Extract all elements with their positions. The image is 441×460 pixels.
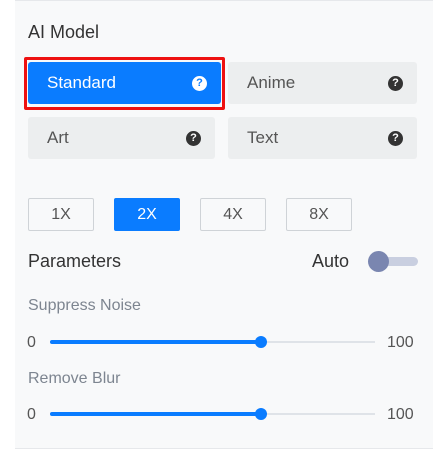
slider-thumb[interactable] (255, 408, 268, 420)
scale-4x-button[interactable]: 4X (200, 198, 266, 231)
model-anime-label: Anime (247, 73, 296, 92)
scale-8x-button[interactable]: 8X (286, 198, 352, 231)
auto-toggle[interactable] (368, 250, 418, 272)
suppress-noise-min: 0 (27, 334, 36, 351)
model-standard-button[interactable]: Standard ? (28, 62, 221, 104)
ai-model-panel: AI Model Standard ? Anime ? Art ? Text ?… (15, 0, 433, 449)
suppress-noise-max: 100 (387, 334, 414, 351)
suppress-noise-label: Suppress Noise (28, 297, 141, 314)
model-standard-label: Standard (47, 73, 116, 92)
help-icon[interactable]: ? (192, 75, 207, 91)
model-art-label: Art (47, 128, 69, 147)
ai-model-title: AI Model (28, 22, 100, 42)
help-icon[interactable]: ? (388, 75, 403, 91)
remove-blur-max: 100 (387, 406, 414, 423)
slider-fill (50, 340, 262, 344)
scale-1x-button[interactable]: 1X (28, 198, 94, 231)
remove-blur-label: Remove Blur (28, 370, 121, 387)
slider-fill (50, 412, 262, 416)
remove-blur-min: 0 (27, 406, 36, 423)
suppress-noise-slider[interactable] (50, 334, 375, 350)
model-text-button[interactable]: Text ? (228, 117, 417, 159)
help-icon[interactable]: ? (186, 130, 201, 146)
help-icon[interactable]: ? (388, 130, 403, 146)
parameters-title: Parameters (28, 251, 122, 271)
model-text-label: Text (247, 128, 279, 147)
toggle-knob (368, 251, 389, 272)
remove-blur-slider[interactable] (50, 406, 375, 422)
model-anime-button[interactable]: Anime ? (228, 62, 417, 104)
scale-2x-button[interactable]: 2X (114, 198, 180, 231)
model-art-button[interactable]: Art ? (28, 117, 215, 159)
auto-label: Auto (312, 251, 350, 271)
slider-thumb[interactable] (255, 336, 268, 348)
